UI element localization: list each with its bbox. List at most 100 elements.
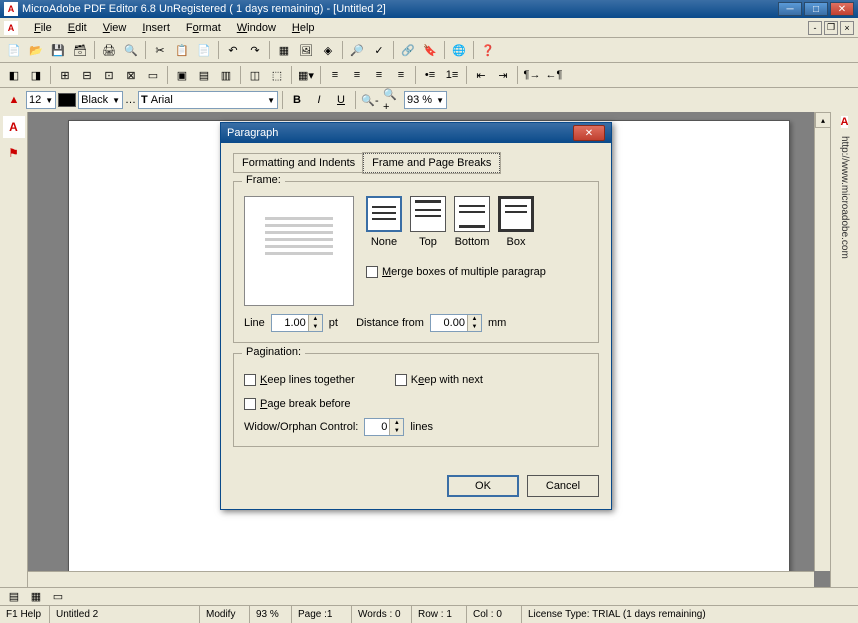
tool-g[interactable]: ▭ bbox=[143, 65, 163, 85]
tool-k[interactable]: ◫ bbox=[245, 65, 265, 85]
scrollbar-vertical[interactable]: ▴ bbox=[814, 112, 830, 571]
tool-b[interactable]: ◨ bbox=[26, 65, 46, 85]
tab-frame-breaks[interactable]: Frame and Page Breaks bbox=[363, 153, 500, 173]
font-color-icon[interactable]: ▲ bbox=[4, 90, 24, 110]
menu-window[interactable]: Window bbox=[229, 20, 284, 36]
menu-format[interactable]: Format bbox=[178, 20, 229, 36]
saveall-button[interactable]: 🗃 bbox=[70, 40, 90, 60]
align-center-button[interactable]: ≡ bbox=[347, 65, 367, 85]
link-button[interactable]: 🔗 bbox=[398, 40, 418, 60]
undo-button[interactable]: ↶ bbox=[223, 40, 243, 60]
dist-input[interactable] bbox=[431, 315, 467, 331]
tool-l[interactable]: ⬚ bbox=[267, 65, 287, 85]
line-up[interactable]: ▲ bbox=[308, 315, 322, 323]
align-justify-button[interactable]: ≡ bbox=[391, 65, 411, 85]
dist-up[interactable]: ▲ bbox=[467, 315, 481, 323]
widow-down[interactable]: ▼ bbox=[389, 427, 403, 435]
menu-view[interactable]: View bbox=[95, 20, 135, 36]
tool-f[interactable]: ⊠ bbox=[121, 65, 141, 85]
view-page-button[interactable]: ▦ bbox=[26, 587, 46, 607]
align-right-button[interactable]: ≡ bbox=[369, 65, 389, 85]
color-name-combo[interactable]: Black▼ bbox=[78, 91, 123, 109]
scroll-up-button[interactable]: ▴ bbox=[815, 112, 830, 128]
minimize-button[interactable]: ─ bbox=[778, 2, 802, 16]
menu-insert[interactable]: Insert bbox=[134, 20, 178, 36]
bookmark-side-icon[interactable]: ⚑ bbox=[3, 142, 25, 164]
dialog-titlebar[interactable]: Paragraph ✕ bbox=[221, 123, 611, 143]
spell-button[interactable]: ✓ bbox=[369, 40, 389, 60]
cut-button[interactable]: ✂ bbox=[150, 40, 170, 60]
view-outline-button[interactable]: ▭ bbox=[48, 587, 68, 607]
color-swatch[interactable] bbox=[58, 93, 76, 107]
maximize-button[interactable]: □ bbox=[804, 2, 828, 16]
menu-file[interactable]: File bbox=[26, 20, 60, 36]
line-input[interactable] bbox=[272, 315, 308, 331]
mdi-restore-button[interactable]: ❐ bbox=[824, 21, 838, 35]
bookmark-button[interactable]: 🔖 bbox=[420, 40, 440, 60]
widow-up[interactable]: ▲ bbox=[389, 419, 403, 427]
right-url[interactable]: http://www.microadobe.com bbox=[839, 136, 850, 259]
frame-option-box[interactable]: Box bbox=[498, 196, 534, 248]
dist-spinner[interactable]: ▲▼ bbox=[430, 314, 482, 332]
save-button[interactable]: 💾 bbox=[48, 40, 68, 60]
table-button[interactable]: ▦ bbox=[274, 40, 294, 60]
ok-button[interactable]: OK bbox=[447, 475, 519, 497]
tab-formatting[interactable]: Formatting and Indents bbox=[233, 153, 364, 173]
mdi-close-button[interactable]: × bbox=[840, 21, 854, 35]
dist-down[interactable]: ▼ bbox=[467, 323, 481, 331]
border-button[interactable]: ▦▾ bbox=[296, 65, 316, 85]
view-normal-button[interactable]: ▤ bbox=[4, 587, 24, 607]
preview-button[interactable]: 🔍 bbox=[121, 40, 141, 60]
keep-together-checkbox[interactable] bbox=[244, 374, 256, 386]
para-rtl-button[interactable]: ←¶ bbox=[544, 65, 564, 85]
menu-edit[interactable]: Edit bbox=[60, 20, 95, 36]
paste-button[interactable]: 📄 bbox=[194, 40, 214, 60]
mdi-minimize-button[interactable]: - bbox=[808, 21, 822, 35]
open-button[interactable]: 📂 bbox=[26, 40, 46, 60]
tool-a[interactable]: ◧ bbox=[4, 65, 24, 85]
bold-button[interactable]: B bbox=[287, 90, 307, 110]
merge-checkbox[interactable] bbox=[366, 266, 378, 278]
dialog-close-button[interactable]: ✕ bbox=[573, 125, 605, 141]
new-button[interactable]: 📄 bbox=[4, 40, 24, 60]
tool-c[interactable]: ⊞ bbox=[55, 65, 75, 85]
web-button[interactable]: 🌐 bbox=[449, 40, 469, 60]
tool-h[interactable]: ▣ bbox=[172, 65, 192, 85]
page-break-checkbox[interactable] bbox=[244, 398, 256, 410]
close-button[interactable]: ✕ bbox=[830, 2, 854, 16]
line-spinner[interactable]: ▲▼ bbox=[271, 314, 323, 332]
cancel-button[interactable]: Cancel bbox=[527, 475, 599, 497]
copy-button[interactable]: 📋 bbox=[172, 40, 192, 60]
widow-spinner[interactable]: ▲▼ bbox=[364, 418, 404, 436]
align-left-button[interactable]: ≡ bbox=[325, 65, 345, 85]
tool-d[interactable]: ⊟ bbox=[77, 65, 97, 85]
frame-option-top[interactable]: Top bbox=[410, 196, 446, 248]
underline-button[interactable]: U bbox=[331, 90, 351, 110]
zoom-out-button[interactable]: 🔍- bbox=[360, 90, 380, 110]
tool-e[interactable]: ⊡ bbox=[99, 65, 119, 85]
zoom-in-button[interactable]: 🔍+ bbox=[382, 90, 402, 110]
print-button[interactable]: 🖨 bbox=[99, 40, 119, 60]
scrollbar-horizontal[interactable] bbox=[28, 571, 814, 587]
font-name-combo[interactable]: T Arial▼ bbox=[138, 91, 278, 109]
italic-button[interactable]: I bbox=[309, 90, 329, 110]
numbering-button[interactable]: 1≡ bbox=[442, 65, 462, 85]
frame-option-none[interactable]: None bbox=[366, 196, 402, 248]
para-ltr-button[interactable]: ¶→ bbox=[522, 65, 542, 85]
zoom-combo[interactable]: 93 %▼ bbox=[404, 91, 447, 109]
object-button[interactable]: ◈ bbox=[318, 40, 338, 60]
tool-j[interactable]: ▥ bbox=[216, 65, 236, 85]
font-size-combo[interactable]: 12▼ bbox=[26, 91, 56, 109]
tool-i[interactable]: ▤ bbox=[194, 65, 214, 85]
line-down[interactable]: ▼ bbox=[308, 323, 322, 331]
bullets-button[interactable]: •≡ bbox=[420, 65, 440, 85]
frame-option-bottom[interactable]: Bottom bbox=[454, 196, 490, 248]
keep-next-checkbox[interactable] bbox=[395, 374, 407, 386]
image-button[interactable]: 🖼 bbox=[296, 40, 316, 60]
find-button[interactable]: 🔎 bbox=[347, 40, 367, 60]
pdf-right-icon[interactable]: A bbox=[841, 116, 849, 128]
indent-inc-button[interactable]: ⇥ bbox=[493, 65, 513, 85]
help-button[interactable]: ❓ bbox=[478, 40, 498, 60]
indent-dec-button[interactable]: ⇤ bbox=[471, 65, 491, 85]
widow-input[interactable] bbox=[365, 419, 389, 435]
